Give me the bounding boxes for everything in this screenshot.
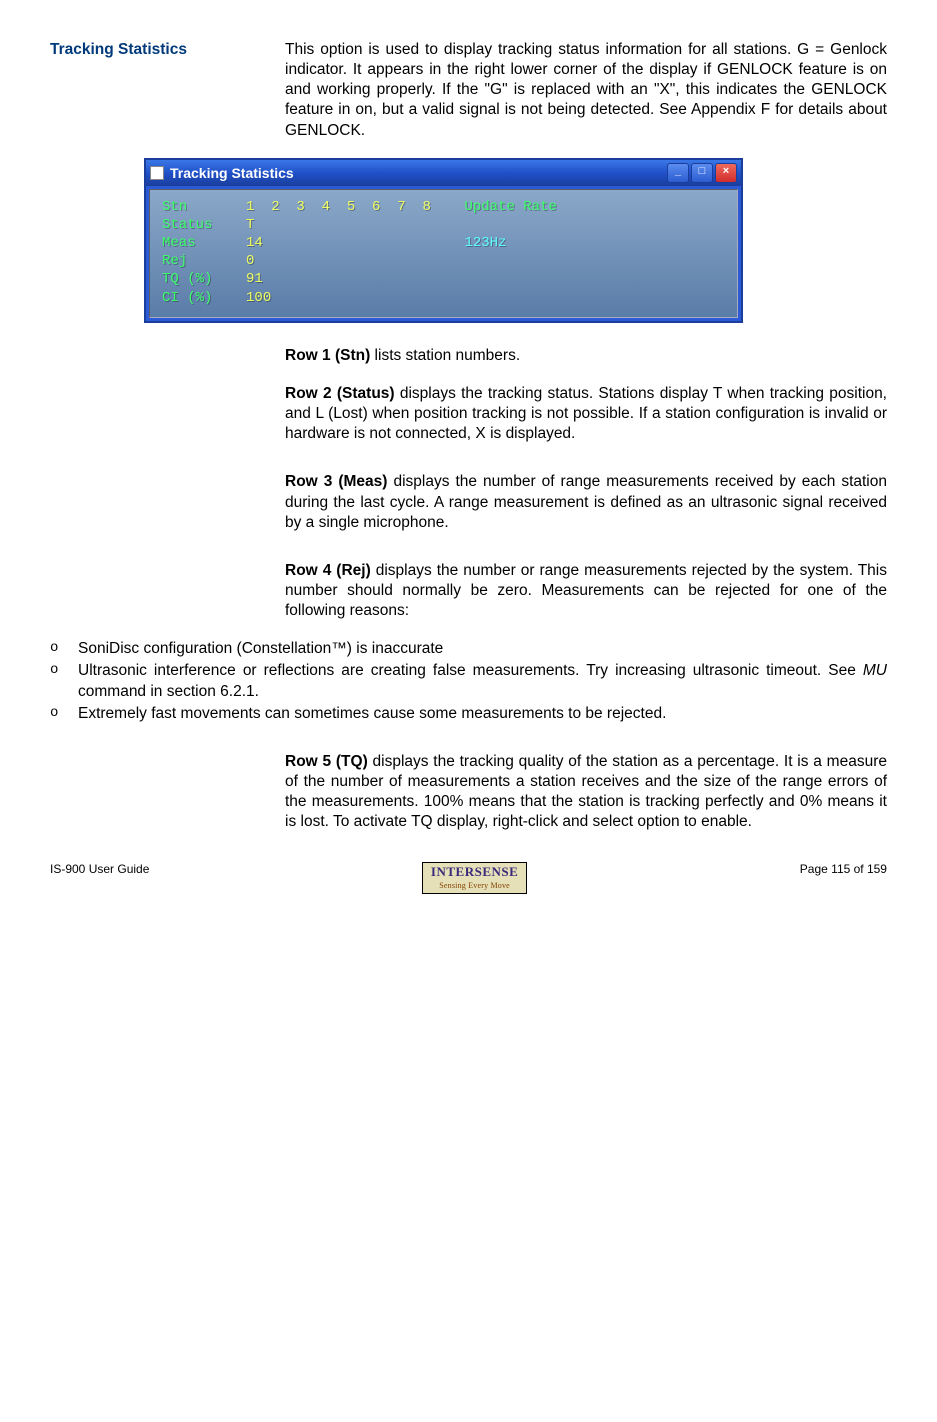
rejection-reasons-list: o SoniDisc configuration (Constellation™…	[50, 639, 887, 724]
section-heading: Tracking Statistics	[50, 40, 285, 60]
intro-row: Tracking Statistics This option is used …	[50, 40, 887, 141]
tracking-statistics-window: Tracking Statistics _ □ × Stn 1 2 3 4 5 …	[145, 159, 742, 322]
logo-sub: Sensing Every Move	[431, 881, 518, 891]
status-row-label: Status	[162, 217, 246, 233]
update-rate-label: Update Rate	[464, 199, 556, 215]
window-title: Tracking Statistics	[170, 164, 667, 182]
maximize-button[interactable]: □	[691, 163, 713, 183]
list-item: o Extremely fast movements can sometimes…	[50, 704, 887, 724]
window-titlebar[interactable]: Tracking Statistics _ □ ×	[146, 160, 741, 186]
footer-logo: INTERSENSE Sensing Every Move	[422, 862, 527, 893]
list-item: o SoniDisc configuration (Constellation™…	[50, 639, 887, 659]
row1-para: Row 1 (Stn) lists station numbers.	[285, 346, 887, 366]
rej-row-label: Rej	[162, 253, 246, 269]
bullet-3-text: Extremely fast movements can sometimes c…	[78, 704, 887, 724]
ci-row-label: CI (%)	[162, 290, 246, 306]
ci-value: 100	[246, 290, 271, 306]
stn-row-label: Stn	[162, 199, 246, 215]
row1-text: lists station numbers.	[370, 347, 520, 364]
bullet-1-text: SoniDisc configuration (Constellation™) …	[78, 639, 887, 659]
bullet-marker: o	[50, 661, 78, 701]
window-buttons: _ □ ×	[667, 163, 737, 183]
logo-box: INTERSENSE Sensing Every Move	[422, 862, 527, 893]
row5-para: Row 5 (TQ) displays the tracking quality…	[285, 752, 887, 833]
status-value: T	[246, 217, 254, 233]
row2-para: Row 2 (Status) displays the tracking sta…	[285, 384, 887, 444]
close-button[interactable]: ×	[715, 163, 737, 183]
bullet-2c: command in section 6.2.1.	[78, 683, 259, 700]
update-rate-value: 123Hz	[464, 235, 506, 251]
logo-brand: INTERSENSE	[431, 864, 518, 879]
bullet-marker: o	[50, 704, 78, 724]
tq-value: 91	[246, 271, 263, 287]
row3-label: Row 3 (Meas)	[285, 473, 387, 490]
row3-para: Row 3 (Meas) displays the number of rang…	[285, 472, 887, 532]
footer-left: IS-900 User Guide	[50, 862, 149, 893]
page-footer: IS-900 User Guide INTERSENSE Sensing Eve…	[50, 862, 887, 893]
row4-label: Row 4 (Rej)	[285, 562, 371, 579]
row4-text: displays the number or range measurement…	[285, 562, 887, 619]
meas-row-label: Meas	[162, 235, 246, 251]
tq-row-label: TQ (%)	[162, 271, 246, 287]
bullet-2a: Ultrasonic interference or reflections a…	[78, 662, 863, 679]
stats-grid: Stn 1 2 3 4 5 6 7 8 Update Rate Status T…	[162, 198, 725, 307]
row5-text: displays the tracking quality of the sta…	[285, 753, 887, 830]
row5-label: Row 5 (TQ)	[285, 753, 368, 770]
minimize-button[interactable]: _	[667, 163, 689, 183]
window-body: Stn 1 2 3 4 5 6 7 8 Update Rate Status T…	[149, 189, 738, 318]
row1-label: Row 1 (Stn)	[285, 347, 370, 364]
row4-para: Row 4 (Rej) displays the number or range…	[285, 561, 887, 621]
list-item: o Ultrasonic interference or reflections…	[50, 661, 887, 701]
window-icon	[150, 166, 164, 180]
mu-command: MU	[863, 662, 887, 679]
bullet-marker: o	[50, 639, 78, 659]
row2-label: Row 2 (Status)	[285, 385, 395, 402]
stn-columns: 1 2 3 4 5 6 7 8	[246, 199, 464, 215]
bullet-2-text: Ultrasonic interference or reflections a…	[78, 661, 887, 701]
rej-value: 0	[246, 253, 254, 269]
intro-text: This option is used to display tracking …	[285, 40, 887, 141]
meas-value: 14	[246, 235, 464, 251]
footer-right: Page 115 of 159	[800, 862, 887, 893]
